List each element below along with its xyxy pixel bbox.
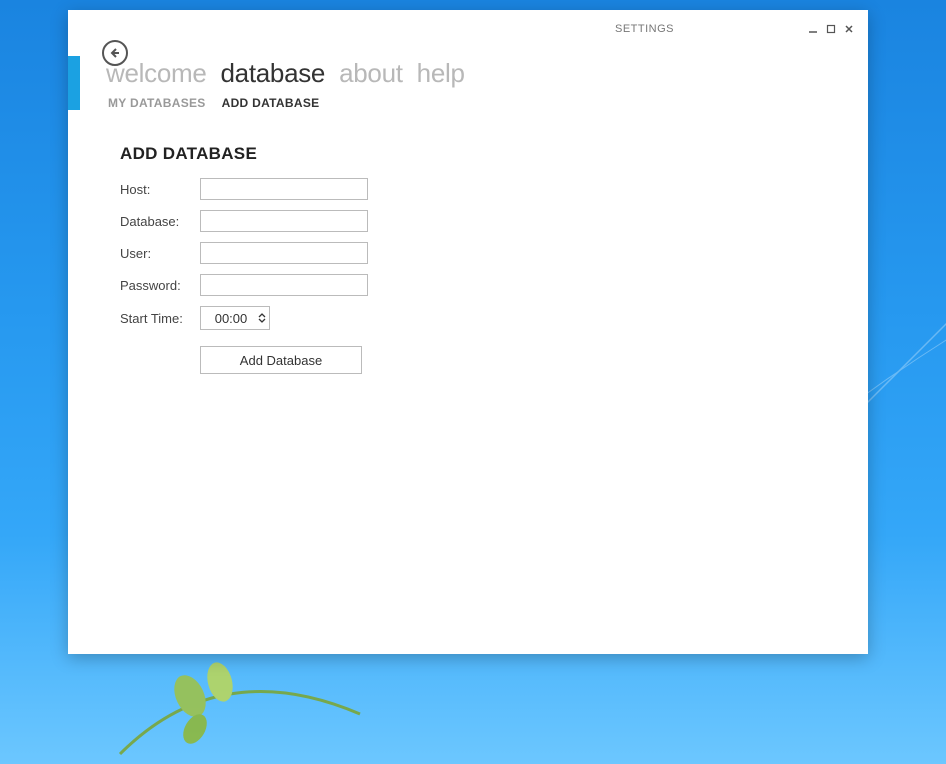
minimize-button[interactable] <box>804 22 822 36</box>
database-input[interactable] <box>200 210 368 232</box>
label-database: Database: <box>120 214 200 229</box>
label-user: User: <box>120 246 200 261</box>
page-title: ADD DATABASE <box>120 144 828 164</box>
user-input[interactable] <box>200 242 368 264</box>
time-spinner[interactable] <box>255 307 269 329</box>
tab-help[interactable]: help <box>417 58 465 89</box>
row-database: Database: <box>120 210 828 232</box>
tab-about[interactable]: about <box>339 58 403 89</box>
start-time-stepper[interactable]: 00:00 <box>200 306 270 330</box>
chevron-down-icon <box>258 318 266 323</box>
top-tabs: welcome database about help <box>106 58 465 89</box>
start-time-value: 00:00 <box>201 311 255 326</box>
label-password: Password: <box>120 278 200 293</box>
sub-tabs: MY DATABASES ADD DATABASE <box>108 96 319 110</box>
tab-welcome[interactable]: welcome <box>106 58 207 89</box>
subtab-add-database[interactable]: ADD DATABASE <box>222 96 320 110</box>
label-host: Host: <box>120 182 200 197</box>
desktop-background: SETTINGS welcome database about help <box>0 0 946 764</box>
maximize-button[interactable] <box>822 22 840 36</box>
close-icon <box>844 24 854 34</box>
row-host: Host: <box>120 178 828 200</box>
close-button[interactable] <box>840 22 858 36</box>
maximize-icon <box>826 24 836 34</box>
titlebar: SETTINGS <box>615 22 858 36</box>
row-start-time: Start Time: 00:00 <box>120 306 828 330</box>
row-user: User: <box>120 242 828 264</box>
row-password: Password: <box>120 274 828 296</box>
host-input[interactable] <box>200 178 368 200</box>
minimize-icon <box>808 24 818 34</box>
add-database-button[interactable]: Add Database <box>200 346 362 374</box>
app-window: SETTINGS welcome database about help <box>68 10 868 654</box>
label-start-time: Start Time: <box>120 311 200 326</box>
content-area: ADD DATABASE Host: Database: User: Passw… <box>120 144 828 374</box>
accent-bar <box>68 56 80 110</box>
tab-database[interactable]: database <box>221 58 326 89</box>
wallpaper-branch <box>110 644 370 764</box>
password-input[interactable] <box>200 274 368 296</box>
subtab-my-databases[interactable]: MY DATABASES <box>108 96 206 110</box>
settings-link[interactable]: SETTINGS <box>615 23 674 35</box>
